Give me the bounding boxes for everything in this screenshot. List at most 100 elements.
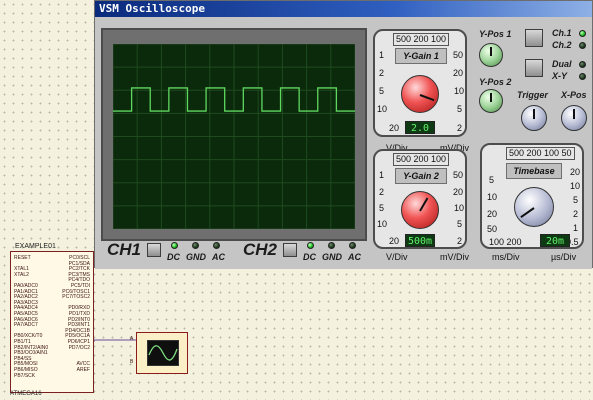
ypos2-knob[interactable] <box>479 89 503 113</box>
ch1-gnd-led <box>192 242 199 249</box>
ygain2-knob[interactable] <box>401 191 439 229</box>
scope-terminal-b: B <box>130 359 134 365</box>
display-mode-button[interactable] <box>525 59 543 77</box>
timebase-title: Timebase <box>506 163 562 179</box>
mode-ch2-label: Ch.2 <box>552 40 572 50</box>
ygain1-left-scale-4: 20 <box>389 123 400 133</box>
xpos-label: X-Pos <box>561 90 587 100</box>
ypos2-knob-pointer <box>490 93 492 102</box>
ygain1-right-scale-3: 5 <box>457 104 463 114</box>
ygain2-left-scale-1: 2 <box>379 187 385 197</box>
ygain1-panel: 500 200 100 Y-Gain 1 1 2 5 10 20 50 20 1… <box>373 29 467 137</box>
timebase-readout: 20m <box>540 234 570 247</box>
timebase-left-scale-1: 10 <box>487 192 498 202</box>
ch2-gnd-label[interactable]: GND <box>322 252 342 262</box>
chip-name: EXAMPLE01 <box>15 243 56 250</box>
ygain1-right-scale-4: 2 <box>457 123 463 133</box>
mode-dual-led <box>579 61 586 68</box>
timebase-top-scale: 500 200 100 50 <box>506 147 575 160</box>
ygain2-right-scale-4: 2 <box>457 236 463 246</box>
chip-reference: ATMEGA16 <box>10 391 42 397</box>
chip-pin-label: PD7/OC2 <box>68 344 90 351</box>
ch2-ac-label[interactable]: AC <box>348 252 361 262</box>
ygain1-left-scale-3: 10 <box>377 104 388 114</box>
timebase-right-scale-0: 20 <box>570 167 581 177</box>
ygain1-top-scale: 500 200 100 <box>393 33 450 46</box>
ch2-dc-led <box>307 242 314 249</box>
ygain2-readout: 500m <box>405 234 435 247</box>
ygain2-unit-right: mV/Div <box>440 252 469 262</box>
timebase-left-scale-0: 5 <box>489 175 495 185</box>
scope-terminal-a: A <box>130 336 134 342</box>
mode-ch1-label: Ch.1 <box>552 28 572 38</box>
ygain1-right-scale-2: 10 <box>454 86 465 96</box>
trigger-knob[interactable] <box>521 105 547 131</box>
microcontroller-chip[interactable]: RESET XTAL1 XTAL2 PA0/ADC0 PA1/ADC1 PA2/ADC2 P… <box>10 251 94 393</box>
ygain2-right-scale-0: 50 <box>453 170 464 180</box>
timebase-knob-pointer <box>520 207 535 218</box>
ygain1-left-scale-1: 2 <box>379 68 385 78</box>
ypos1-knob[interactable] <box>479 43 503 67</box>
ygain2-left-scale-2: 5 <box>379 203 385 213</box>
ygain2-left-scale-3: 10 <box>377 219 388 229</box>
ygain2-title: Y-Gain 2 <box>395 168 447 184</box>
timebase-panel: 500 200 100 50 Timebase 5 10 20 50 100 2… <box>480 143 584 249</box>
ch1-label: CH1 <box>107 240 142 259</box>
ch2-dc-label[interactable]: DC <box>303 252 316 262</box>
mode-xy-led <box>579 73 586 80</box>
ygain1-right-scale-0: 50 <box>453 50 464 60</box>
timebase-right-scale-3: 2 <box>573 209 579 219</box>
chip-pin-label: PA7/ADC7 <box>14 322 38 329</box>
ygain2-unit-left: V/Div <box>386 252 408 262</box>
ygain1-left-scale-0: 1 <box>379 50 385 60</box>
timebase-bottom-scale: 100 200 <box>489 237 522 247</box>
mode-dual-label: Dual <box>552 59 572 69</box>
ygain2-right-scale-3: 5 <box>457 219 463 229</box>
ch2-gnd-led <box>328 242 335 249</box>
ygain2-right-scale-1: 20 <box>453 187 464 197</box>
mode-xy-label: X-Y <box>552 71 568 81</box>
ygain2-panel: 500 200 100 Y-Gain 2 1 2 5 10 20 50 20 1… <box>373 149 467 249</box>
ch1-dc-led <box>171 242 178 249</box>
ygain2-left-scale-4: 20 <box>389 236 400 246</box>
channel-mode-button[interactable] <box>525 29 543 47</box>
timebase-right-scale-2: 5 <box>573 195 579 205</box>
ygain1-readout: 2.0 <box>405 121 435 134</box>
oscilloscope-component[interactable]: A B <box>130 332 188 374</box>
chip-pin-label: PB7/SCK <box>14 372 36 379</box>
trigger-label: Trigger <box>517 90 548 100</box>
timebase-right-scale-4: 1 <box>573 223 579 233</box>
ch1-ac-led <box>213 242 220 249</box>
ygain2-top-scale: 500 200 100 <box>393 153 450 166</box>
mode-ch1-led <box>579 30 586 37</box>
xpos-knob-pointer <box>573 109 575 119</box>
ygain1-left-scale-2: 5 <box>379 86 385 96</box>
xpos-knob[interactable] <box>561 105 587 131</box>
ygain1-right-scale-1: 20 <box>453 68 464 78</box>
ypos2-label: Y-Pos 2 <box>479 77 512 87</box>
ch1-gnd-label[interactable]: GND <box>186 252 206 262</box>
ypos1-knob-pointer <box>490 47 492 56</box>
ypos1-label: Y-Pos 1 <box>479 29 512 39</box>
scope-component-wave-icon <box>148 345 178 361</box>
trigger-knob-pointer <box>533 109 535 119</box>
ygain2-left-scale-0: 1 <box>379 170 385 180</box>
window-title: VSM Oscilloscope <box>99 2 205 15</box>
timebase-knob[interactable] <box>514 187 554 227</box>
window-titlebar[interactable]: VSM Oscilloscope <box>95 1 592 17</box>
timebase-left-scale-2: 20 <box>487 209 498 219</box>
chip-pin-label: AREF <box>76 367 90 373</box>
ygain2-knob-pointer <box>419 197 429 212</box>
ch2-invert-button[interactable] <box>283 243 297 257</box>
ygain1-knob[interactable] <box>401 75 439 113</box>
ch1-invert-button[interactable] <box>147 243 161 257</box>
oscilloscope-screen <box>113 44 355 229</box>
timebase-right-scale-1: 10 <box>570 181 581 191</box>
ch1-ac-label[interactable]: AC <box>212 252 225 262</box>
chip-pin-label: PC7/TOSC2 <box>62 294 90 301</box>
scope-component-screen <box>147 340 179 366</box>
ygain2-right-scale-2: 10 <box>454 203 465 213</box>
chip-pin-label: RESET <box>14 255 31 261</box>
ch1-dc-label[interactable]: DC <box>167 252 180 262</box>
timebase-unit-left: ms/Div <box>492 252 520 262</box>
